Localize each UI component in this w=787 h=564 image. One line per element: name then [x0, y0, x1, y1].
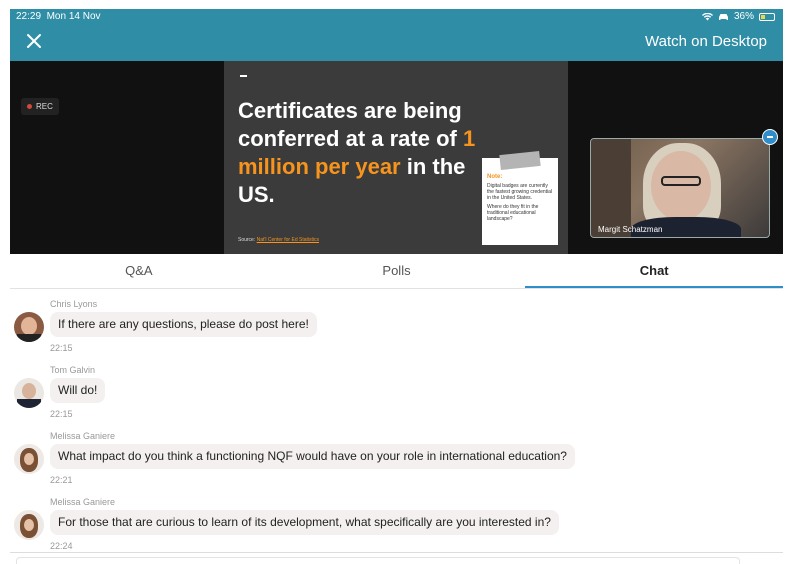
chat-message: Tom Galvin Will do! 22:15: [10, 359, 783, 421]
message-bubble: If there are any questions, please do po…: [50, 312, 317, 337]
chat-message: Melissa Ganiere For those that are curio…: [10, 491, 783, 553]
chat-compose-area: [10, 552, 783, 564]
bookshelf: [591, 139, 631, 237]
avatar: [14, 378, 44, 408]
slide-dash: [240, 75, 247, 77]
message-time: 22:24: [50, 541, 73, 551]
status-icons: 36%: [701, 11, 775, 22]
message-bubble: What impact do you think a functioning N…: [50, 444, 575, 469]
chat-list: Chris Lyons If there are any questions, …: [10, 293, 783, 553]
presenter-name: Margit Schatzman: [598, 225, 663, 234]
presenter-face: [651, 151, 711, 221]
glasses: [661, 176, 701, 186]
avatar: [14, 510, 44, 540]
wifi-icon: [701, 12, 713, 20]
status-date: Mon 14 Nov: [46, 11, 101, 22]
rec-indicator: REC: [21, 98, 59, 115]
message-bubble: For those that are curious to learn of i…: [50, 510, 559, 535]
slide-source: Source: Nat'l Center for Ed Statistics: [238, 237, 319, 243]
message-time: 22:15: [50, 343, 73, 353]
avatar: [14, 444, 44, 474]
note-question: Where do they fit in the traditional edu…: [487, 204, 539, 222]
presentation-slide: Certificates are being conferred at a ra…: [224, 61, 568, 254]
message-bubble: Will do!: [50, 378, 106, 403]
tab-bar: Q&A Polls Chat: [10, 254, 783, 289]
car-icon: [718, 13, 728, 20]
message-sender: Tom Galvin: [50, 365, 96, 375]
battery-fill: [761, 14, 765, 19]
message-time: 22:15: [50, 409, 73, 419]
status-bar: 22:29 Mon 14 Nov 36%: [10, 9, 783, 25]
tab-chat[interactable]: Chat: [525, 254, 783, 288]
chat-message: Melissa Ganiere What impact do you think…: [10, 425, 783, 487]
rec-dot-icon: [27, 104, 32, 109]
close-icon: [27, 34, 41, 48]
tab-qa[interactable]: Q&A: [10, 254, 268, 288]
message-sender: Melissa Ganiere: [50, 497, 116, 507]
avatar: [14, 312, 44, 342]
chat-input[interactable]: [16, 557, 740, 564]
status-time: 22:29 Mon 14 Nov: [16, 11, 101, 22]
slide-headline: Certificates are being conferred at a ra…: [238, 98, 476, 207]
note-title: Note:: [487, 174, 503, 180]
message-time: 22:21: [50, 475, 73, 485]
message-sender: Chris Lyons: [50, 299, 98, 309]
close-button[interactable]: [24, 31, 44, 51]
watch-on-desktop-button[interactable]: Watch on Desktop: [645, 33, 767, 50]
note-text: Digital badges are currently the fastest…: [487, 183, 553, 201]
slide-note: Note: Digital badges are currently the f…: [482, 150, 558, 245]
message-sender: Melissa Ganiere: [50, 431, 116, 441]
minimize-camera-button[interactable]: [762, 129, 778, 145]
tab-polls[interactable]: Polls: [268, 254, 526, 288]
top-bar: 22:29 Mon 14 Nov 36% Watch on Desktop: [10, 9, 783, 61]
slide-source-link: Nat'l Center for Ed Statistics: [256, 237, 319, 243]
battery-percent: 36%: [733, 11, 754, 22]
battery-icon: [759, 12, 775, 21]
rec-label: REC: [36, 102, 53, 111]
video-player[interactable]: REC Certificates are being conferred at …: [10, 61, 783, 254]
chat-message: Chris Lyons If there are any questions, …: [10, 293, 783, 355]
presenter-video[interactable]: Margit Schatzman: [590, 138, 770, 238]
paper-clip-icon: [499, 150, 541, 171]
app-window: 22:29 Mon 14 Nov 36% Watch on Desktop RE…: [10, 9, 783, 564]
